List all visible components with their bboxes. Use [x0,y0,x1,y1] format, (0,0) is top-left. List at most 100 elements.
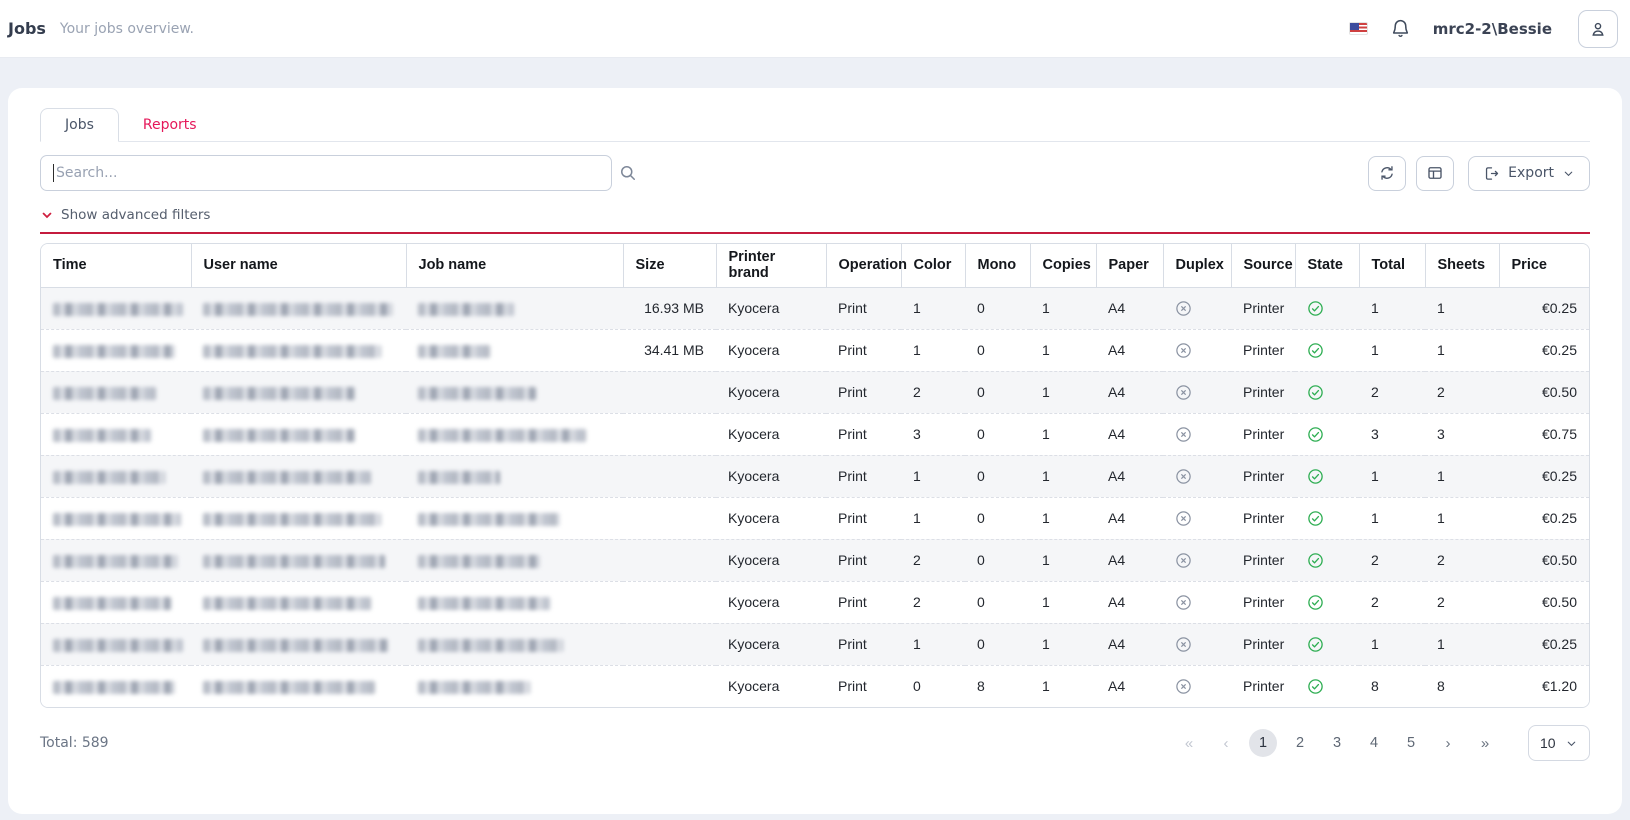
jobname-value-redacted [418,345,490,358]
table-row[interactable]: 34.41 MB Kyocera Print 1 0 1 A4 Printer [41,329,1589,371]
column-header-size[interactable]: Size [623,244,716,287]
cell-printer-brand: Kyocera [716,623,826,665]
cell-paper: A4 [1096,581,1163,623]
cell-duplex [1163,497,1231,539]
cell-color: 0 [901,665,965,707]
cell-copies: 1 [1030,413,1096,455]
refresh-icon [1378,164,1396,182]
cell-time [41,539,191,581]
column-header-printer-brand[interactable]: Printer brand [716,244,826,287]
time-value-redacted [53,471,165,484]
cell-price: €0.25 [1499,287,1589,329]
cell-paper: A4 [1096,665,1163,707]
table-row[interactable]: Kyocera Print 2 0 1 A4 Printer 2 2 € [41,371,1589,413]
column-header-total[interactable]: Total [1359,244,1425,287]
pagination-page-4[interactable]: 4 [1360,729,1388,757]
table-row[interactable]: Kyocera Print 1 0 1 A4 Printer 1 1 € [41,497,1589,539]
cell-paper: A4 [1096,623,1163,665]
username-value-redacted [203,597,371,610]
cell-time [41,371,191,413]
export-button[interactable]: Export [1468,156,1590,191]
refresh-button[interactable] [1368,156,1406,191]
cell-total: 1 [1359,455,1425,497]
search-icon[interactable] [618,163,638,183]
time-value-redacted [53,303,183,316]
page-title: Jobs [8,19,46,38]
column-header-color[interactable]: Color [901,244,965,287]
duplex-off-icon [1175,510,1219,527]
table-row[interactable]: Kyocera Print 3 0 1 A4 Printer 3 3 € [41,413,1589,455]
search-input[interactable] [40,155,612,191]
pagination-prev-button[interactable]: ‹ [1212,729,1240,757]
page-size-select[interactable]: 10 [1528,725,1590,761]
column-header-jobname[interactable]: Job name [406,244,623,287]
cell-total: 3 [1359,413,1425,455]
table-row[interactable]: Kyocera Print 1 0 1 A4 Printer 1 1 € [41,623,1589,665]
tab-reports[interactable]: Reports [119,109,221,141]
pagination-page-2[interactable]: 2 [1286,729,1314,757]
column-header-sheets[interactable]: Sheets [1425,244,1499,287]
cell-time [41,623,191,665]
column-header-username[interactable]: User name [191,244,406,287]
cell-paper: A4 [1096,329,1163,371]
cell-sheets: 2 [1425,371,1499,413]
tab-jobs[interactable]: Jobs [40,108,119,142]
pagination-first-button[interactable]: « [1175,729,1203,757]
column-header-operation[interactable]: Operation [826,244,901,287]
cell-source: Printer [1231,581,1295,623]
cell-size [623,623,716,665]
cell-printer-brand: Kyocera [716,329,826,371]
column-header-paper[interactable]: Paper [1096,244,1163,287]
pagination-page-5[interactable]: 5 [1397,729,1425,757]
column-header-price[interactable]: Price [1499,244,1589,287]
cell-source: Printer [1231,329,1295,371]
cell-source: Printer [1231,371,1295,413]
column-header-state[interactable]: State [1295,244,1359,287]
table-row[interactable]: Kyocera Print 0 8 1 A4 Printer 8 8 € [41,665,1589,707]
cell-color: 1 [901,455,965,497]
column-header-source[interactable]: Source [1231,244,1295,287]
cell-time [41,665,191,707]
show-advanced-filters-toggle[interactable]: Show advanced filters [40,207,210,223]
notifications-bell-icon[interactable] [1390,18,1411,39]
pagination-next-button[interactable]: › [1434,729,1462,757]
table-row[interactable]: Kyocera Print 2 0 1 A4 Printer 2 2 € [41,539,1589,581]
pagination-last-button[interactable]: » [1471,729,1499,757]
duplex-off-icon [1175,300,1219,317]
tab-bar: Jobs Reports [40,88,1590,142]
user-menu-button[interactable] [1578,10,1618,48]
duplex-off-icon [1175,468,1219,485]
table-row[interactable]: 16.93 MB Kyocera Print 1 0 1 A4 Printer [41,287,1589,329]
state-success-icon [1307,384,1347,401]
table-row[interactable]: Kyocera Print 2 0 1 A4 Printer 2 2 € [41,581,1589,623]
cell-size [623,497,716,539]
chevron-down-icon-red [40,208,54,222]
accent-divider [40,232,1590,234]
cell-total: 8 [1359,665,1425,707]
pagination-page-3[interactable]: 3 [1323,729,1351,757]
table-footer: Total: 589 « ‹ 1 2 3 4 5 › » 10 [40,725,1590,761]
table-row[interactable]: Kyocera Print 1 0 1 A4 Printer 1 1 € [41,455,1589,497]
cell-jobname [406,371,623,413]
column-header-duplex[interactable]: Duplex [1163,244,1231,287]
cell-username [191,581,406,623]
time-value-redacted [53,429,151,442]
jobname-value-redacted [418,303,514,316]
cell-state [1295,329,1359,371]
cell-color: 1 [901,329,965,371]
language-flag-icon[interactable] [1349,22,1368,35]
column-header-copies[interactable]: Copies [1030,244,1096,287]
column-header-mono[interactable]: Mono [965,244,1030,287]
cell-copies: 1 [1030,665,1096,707]
pagination-page-1[interactable]: 1 [1249,729,1277,757]
cell-copies: 1 [1030,539,1096,581]
cell-paper: A4 [1096,497,1163,539]
cell-jobname [406,497,623,539]
column-header-time[interactable]: Time [41,244,191,287]
column-settings-button[interactable] [1416,156,1454,191]
text-caret [53,164,54,182]
cell-printer-brand: Kyocera [716,497,826,539]
cell-time [41,413,191,455]
cell-size [623,665,716,707]
cell-source: Printer [1231,497,1295,539]
